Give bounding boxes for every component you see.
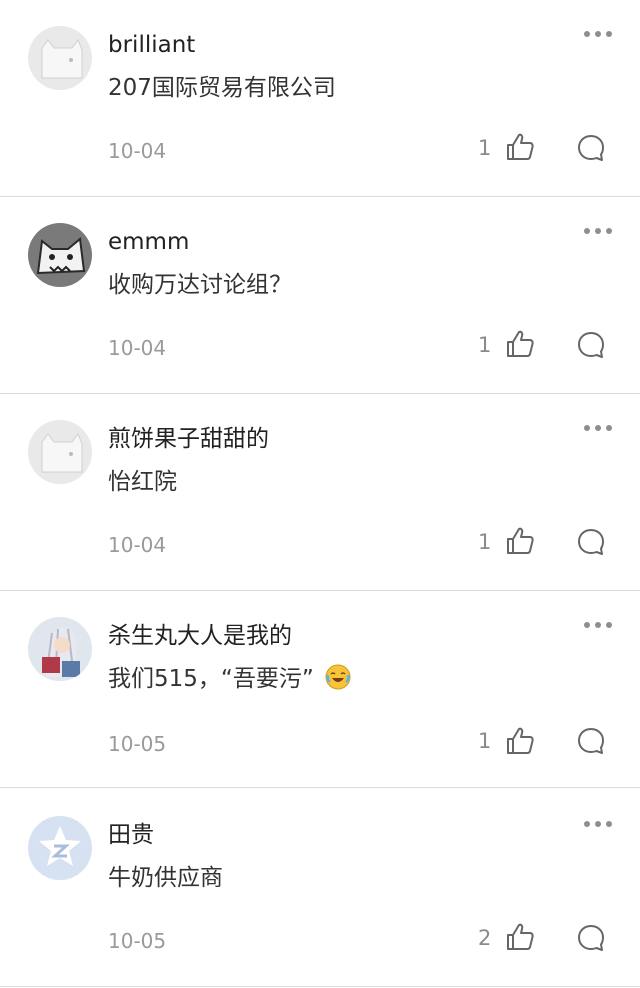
comment-bubble-icon[interactable] <box>575 922 607 954</box>
crying-laughing-emoji-icon <box>325 664 351 690</box>
avatar[interactable] <box>28 26 92 90</box>
anime-character-avatar-icon <box>28 617 92 681</box>
gray-wolf-avatar-icon <box>28 223 92 287</box>
like-count: 1 <box>478 136 492 160</box>
avatar[interactable] <box>28 223 92 287</box>
comment-item: emmm 收购万达讨论组？ 10-04 1 <box>0 197 640 394</box>
more-dots-icon[interactable] <box>584 816 612 832</box>
comment-date: 10-04 <box>108 139 167 163</box>
thumbs-up-icon[interactable] <box>504 525 536 557</box>
comment-text: 收购万达讨论组？ <box>108 272 292 298</box>
thumbs-up-icon[interactable] <box>504 921 536 953</box>
comment-date: 10-04 <box>108 336 167 360</box>
comment-item: brilliant 207国际贸易有限公司 10-04 1 <box>0 0 640 197</box>
comment-bubble-icon[interactable] <box>575 725 607 757</box>
comment-item: 煎饼果子甜甜的 怡红院 10-04 1 <box>0 394 640 591</box>
like-count: 2 <box>478 926 492 950</box>
comment-text: 怡红院 <box>108 469 177 495</box>
comment-text: 牛奶供应商 <box>108 865 223 891</box>
like-count: 1 <box>478 530 492 554</box>
comment-bubble-icon[interactable] <box>575 132 607 164</box>
username[interactable]: brilliant <box>108 30 195 60</box>
white-dog-avatar-icon <box>28 26 92 90</box>
comment-item: 田贵 牛奶供应商 10-05 2 <box>0 790 640 987</box>
comment-text-content: 我们515，“吾要污” <box>108 666 314 692</box>
more-dots-icon[interactable] <box>584 617 612 633</box>
white-dog-avatar-icon <box>28 420 92 484</box>
avatar[interactable] <box>28 617 92 681</box>
thumbs-up-icon[interactable] <box>504 725 536 757</box>
comment-bubble-icon[interactable] <box>575 526 607 558</box>
comment-date: 10-05 <box>108 929 167 953</box>
qq-logo-avatar-icon <box>28 816 92 880</box>
comment-date: 10-05 <box>108 732 167 756</box>
avatar[interactable] <box>28 816 92 880</box>
comment-item: 杀生丸大人是我的 我们515，“吾要污” 10-05 1 <box>0 591 640 788</box>
comment-text: 207国际贸易有限公司 <box>108 75 336 101</box>
username[interactable]: 田贵 <box>108 820 154 850</box>
username[interactable]: emmm <box>108 227 189 257</box>
thumbs-up-icon[interactable] <box>504 328 536 360</box>
comment-text: 我们515，“吾要污” <box>108 664 351 694</box>
more-dots-icon[interactable] <box>584 420 612 436</box>
like-count: 1 <box>478 729 492 753</box>
comment-date: 10-04 <box>108 533 167 557</box>
more-dots-icon[interactable] <box>584 26 612 42</box>
username[interactable]: 杀生丸大人是我的 <box>108 621 292 651</box>
thumbs-up-icon[interactable] <box>504 131 536 163</box>
like-count: 1 <box>478 333 492 357</box>
more-dots-icon[interactable] <box>584 223 612 239</box>
username[interactable]: 煎饼果子甜甜的 <box>108 424 269 454</box>
avatar[interactable] <box>28 420 92 484</box>
comment-bubble-icon[interactable] <box>575 329 607 361</box>
